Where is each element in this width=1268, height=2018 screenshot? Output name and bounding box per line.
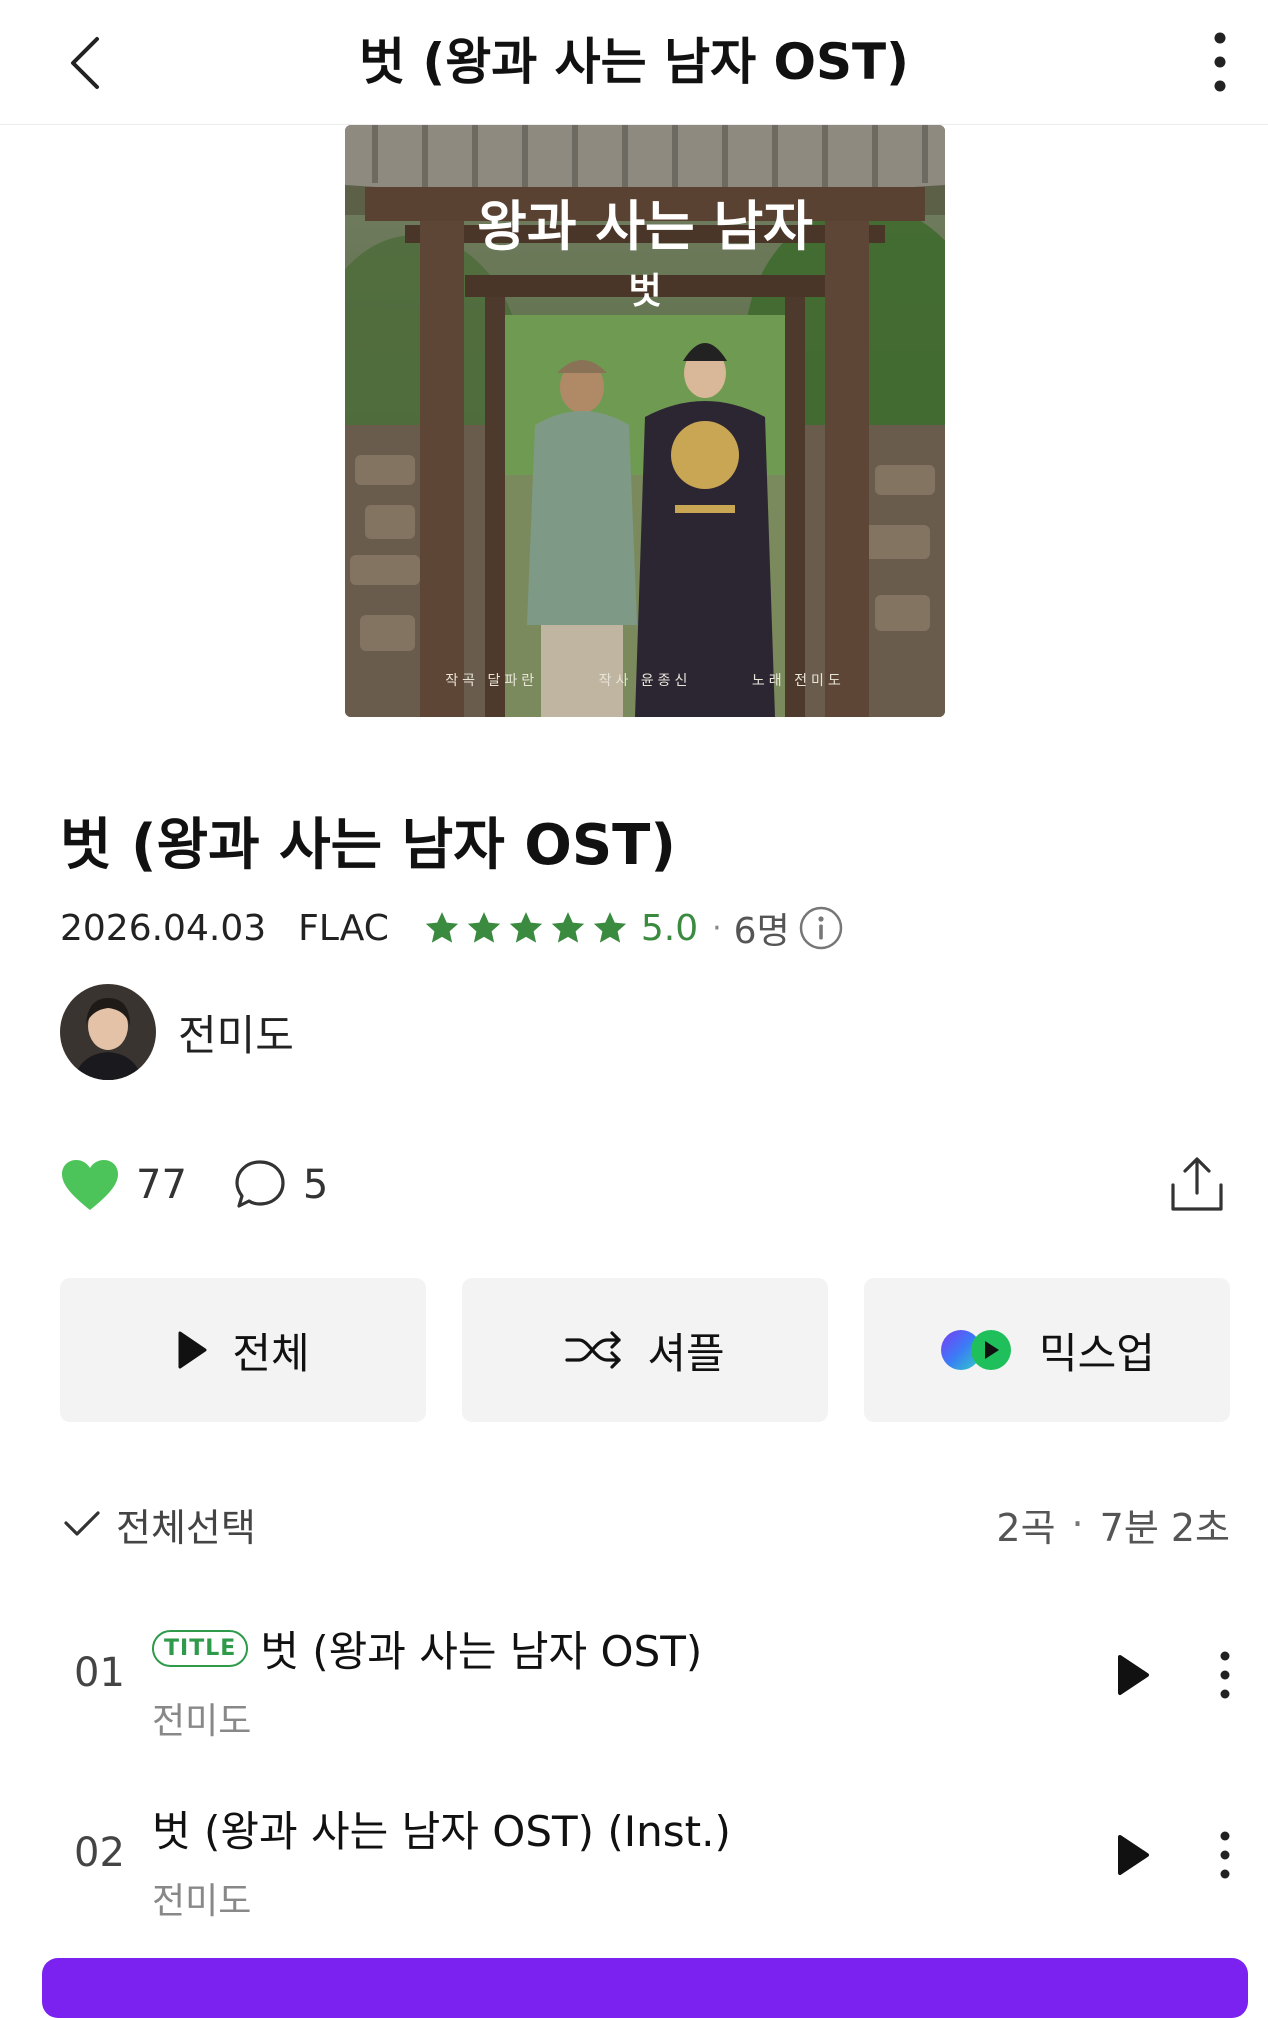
track-title-line: TITLE 벗 (왕과 사는 남자 OST)	[152, 1618, 702, 1679]
star-icon	[509, 912, 543, 943]
album-art-credits: 작곡 달파란 작사 윤종신 노래 전미도	[345, 670, 945, 690]
info-icon[interactable]	[798, 905, 844, 951]
share-icon	[1171, 1157, 1223, 1211]
bottom-action-bar[interactable]	[42, 1958, 1248, 2018]
more-vertical-icon	[1220, 1651, 1230, 1699]
chevron-left-icon	[71, 37, 99, 89]
star-icon	[551, 912, 585, 943]
play-all-label: 전체	[232, 1328, 310, 1378]
check-icon	[64, 1511, 100, 1536]
track-title: 벗 (왕과 사는 남자 OST)	[260, 1627, 703, 1676]
title-track-badge: TITLE	[152, 1630, 249, 1667]
album-title: 벗 (왕과 사는 남자 OST)	[60, 813, 676, 878]
track-artist: 전미도	[152, 1701, 252, 1742]
page-title: 벗 (왕과 사는 남자 OST)	[359, 33, 909, 91]
total-duration: 7분 2초	[1099, 1505, 1230, 1550]
play-icon	[178, 1331, 207, 1369]
comment-icon	[235, 1160, 285, 1208]
rating-value: 5.0	[640, 907, 699, 949]
mixup-button[interactable]: 믹스업	[864, 1278, 1230, 1422]
artist-link[interactable]: 전미도	[60, 984, 294, 1080]
track-title: 벗 (왕과 사는 남자 OST) (Inst.)	[152, 1807, 731, 1856]
social-row: 77 5	[60, 1150, 328, 1220]
track-more-button[interactable]	[1200, 1642, 1250, 1708]
heart-icon	[62, 1160, 118, 1210]
star-icon	[593, 912, 627, 943]
album-cover[interactable]: 왕과 사는 남자 벗 작곡 달파란 작사 윤종신 노래 전미도	[345, 125, 945, 717]
track-play-button[interactable]	[1100, 1642, 1166, 1708]
like-count: 77	[136, 1162, 187, 1208]
more-vertical-icon	[1214, 32, 1226, 92]
album-art-subtitle: 벗	[628, 270, 661, 312]
summary-separator: ·	[1071, 1502, 1084, 1546]
track-row[interactable]: 01 TITLE 벗 (왕과 사는 남자 OST) 전미도	[0, 1602, 1268, 1752]
audio-format: FLAC	[298, 907, 389, 949]
shuffle-icon	[565, 1331, 621, 1369]
album-meta: 2026.04.03 FLAC 5.0 · 6명	[60, 898, 844, 958]
album-art-credit-composer: 작곡 달파란	[445, 673, 539, 689]
album-art-credit-lyricist: 작사 윤종신	[598, 673, 692, 689]
star-icon	[425, 912, 459, 943]
comment-button[interactable]: 5	[233, 1158, 328, 1212]
back-button[interactable]	[40, 18, 130, 108]
track-count: 2곡	[996, 1505, 1056, 1550]
track-more-button[interactable]	[1200, 1822, 1250, 1888]
track-row[interactable]: 02 벗 (왕과 사는 남자 OST) (Inst.) 전미도	[0, 1782, 1268, 1932]
artist-name: 전미도	[178, 1010, 294, 1060]
select-all-label: 전체선택	[116, 1505, 256, 1550]
track-title-line: 벗 (왕과 사는 남자 OST) (Inst.)	[152, 1798, 731, 1859]
more-options-button[interactable]	[1180, 14, 1260, 110]
track-number: 01	[74, 1650, 125, 1696]
track-play-button[interactable]	[1100, 1822, 1166, 1888]
play-icon	[1118, 1655, 1149, 1695]
mixup-icon	[941, 1330, 1012, 1370]
play-icon	[1118, 1835, 1149, 1875]
star-icon	[467, 912, 501, 943]
meta-separator: ·	[712, 910, 722, 946]
rater-count: 6명	[733, 911, 790, 952]
album-art-title: 왕과 사는 남자	[477, 194, 813, 258]
shuffle-label: 셔플	[647, 1328, 725, 1378]
app-header: 벗 (왕과 사는 남자 OST)	[0, 0, 1268, 125]
album-cover-illustration: 왕과 사는 남자 벗	[345, 125, 945, 717]
shuffle-button[interactable]: 셔플	[462, 1278, 828, 1422]
track-artist: 전미도	[152, 1881, 252, 1922]
track-summary: 2곡 · 7분 2초	[996, 1494, 1230, 1554]
artist-avatar	[60, 984, 156, 1080]
play-all-button[interactable]: 전체	[60, 1278, 426, 1422]
album-art-credit-singer: 노래 전미도	[751, 673, 845, 689]
track-number: 02	[74, 1830, 125, 1876]
comment-count: 5	[302, 1162, 329, 1208]
star-rating[interactable]	[423, 909, 629, 947]
more-vertical-icon	[1220, 1831, 1230, 1879]
release-date: 2026.04.03	[60, 907, 267, 949]
like-button[interactable]: 77	[60, 1158, 187, 1212]
share-button[interactable]	[1160, 1148, 1234, 1222]
select-all-toggle[interactable]: 전체선택	[62, 1494, 256, 1554]
mixup-label: 믹스업	[1039, 1328, 1155, 1378]
